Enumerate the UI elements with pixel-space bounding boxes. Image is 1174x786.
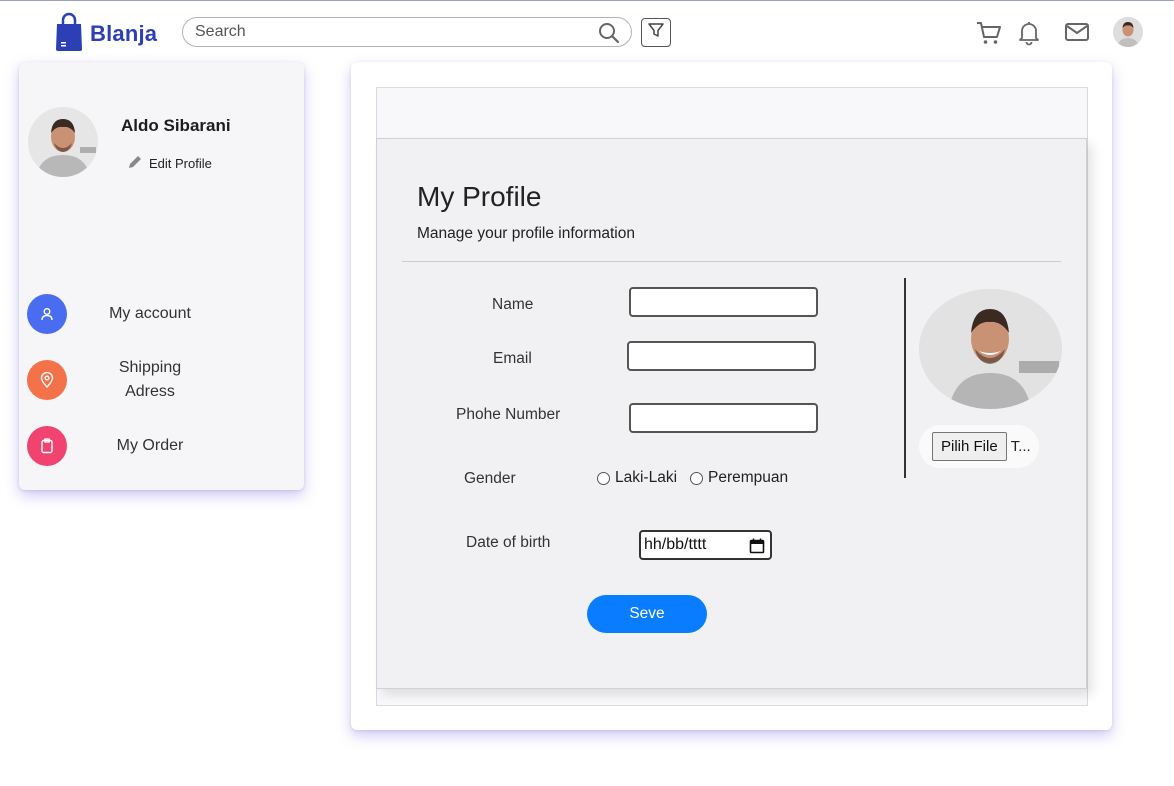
divider [402,261,1061,262]
edit-profile-link[interactable]: Edit Profile [127,154,212,173]
user-name: Aldo Sibarani [121,116,231,135]
page-title: My Profile [417,181,542,212]
name-field[interactable] [629,287,818,317]
vertical-divider [904,278,906,478]
gender-options: Laki-Laki Perempuan [597,469,788,487]
edit-profile-label: Edit Profile [149,156,212,171]
file-upload: Pilih File T... [919,425,1039,468]
sidebar-item-my-order[interactable]: My Order [27,426,183,466]
avatar[interactable] [1113,17,1143,47]
gender-label: Gender [464,470,516,487]
name-label: Name [492,296,534,313]
cart-icon[interactable] [976,20,1002,51]
top-border [0,0,1174,1]
user-icon [27,294,67,334]
sidebar-card: Aldo Sibarani Edit Profile My account Sh… [19,62,304,490]
brand-name: Blanja [90,21,158,46]
calendar-icon[interactable] [749,538,765,559]
sidebar-item-label: My Order [116,437,184,454]
dob-label: Date of birth [466,534,551,551]
choose-file-button[interactable]: Pilih File [932,432,1007,461]
page-subtitle: Manage your profile information [417,225,635,242]
shopping-bag-icon [54,12,84,52]
profile-photo [919,289,1062,409]
phone-label: Phohe Number [456,406,561,423]
filter-icon [647,21,665,44]
profile-avatar [28,107,98,177]
dob-field[interactable]: hh/bb/tttt [639,530,772,560]
save-button[interactable]: Seve [587,595,707,633]
bell-icon[interactable] [1018,20,1040,51]
profile-form-panel: My Profile Manage your profile informati… [376,138,1087,689]
sidebar-item-label: Shipping Adress [118,359,182,400]
search-input[interactable] [195,23,585,41]
phone-field[interactable] [629,403,818,433]
gender-radio-laki-laki[interactable] [597,471,610,485]
mail-icon[interactable] [1064,20,1090,49]
gender-radio-perempuan[interactable] [690,471,704,485]
brand-logo[interactable]: Blanja [54,12,157,52]
filter-button[interactable] [641,18,671,47]
sidebar-item-my-account[interactable]: My account [27,294,191,334]
email-label: Email [493,350,532,367]
dob-placeholder: hh/bb/tttt [644,536,707,553]
gender-option-label: Perempuan [708,469,789,486]
gender-option-label: Laki-Laki [615,469,678,486]
pencil-icon [127,154,143,173]
sidebar-item-shipping-address[interactable]: Shipping Adress [27,359,181,400]
email-field[interactable] [627,341,816,371]
sidebar-item-label: My account [109,305,191,322]
search-bar[interactable] [182,17,632,47]
file-status: T... [1010,438,1031,455]
clipboard-icon [27,426,67,466]
search-icon[interactable] [597,21,621,50]
profile-card: My Profile Manage your profile informati… [351,62,1112,730]
location-pin-icon [27,360,67,400]
profile-frame: My Profile Manage your profile informati… [376,87,1088,706]
